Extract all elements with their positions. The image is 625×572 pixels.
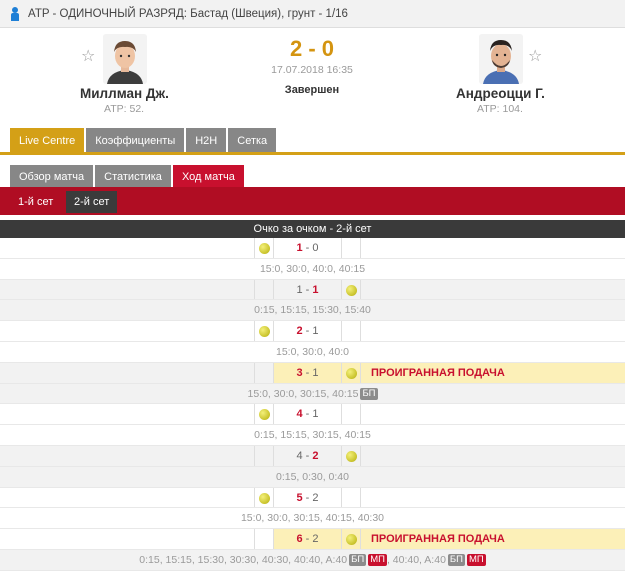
tab-h2h[interactable]: H2H [186, 128, 227, 153]
tennis-ball-icon [259, 326, 270, 338]
tennis-ball-icon [346, 534, 357, 546]
break-point-badge: БП [349, 553, 367, 566]
serve-cell [341, 238, 361, 258]
serve-cell [254, 529, 274, 549]
game-row: 3 - 1 ПРОИГРАННАЯ ПОДАЧА [0, 362, 625, 384]
tab-statistics[interactable]: Статистика [95, 165, 171, 188]
lost-serve-label: ПРОИГРАННАЯ ПОДАЧА [371, 366, 505, 379]
game-score: 3 - 1 [296, 366, 319, 379]
tennis-player-icon [10, 6, 20, 21]
main-tabs: Live Centre Коэффициенты H2H Сетка [10, 128, 277, 153]
player2-name[interactable]: Андреоцци Г. [456, 86, 545, 101]
serve-cell [341, 321, 361, 341]
tennis-ball-icon [259, 243, 270, 254]
tournament-title: ATP - ОДИНОЧНЫЙ РАЗРЯД: Бастад (Швеция),… [28, 7, 348, 20]
player1-avatar[interactable] [103, 34, 147, 84]
match-status: Завершен [284, 84, 340, 96]
game-score: 1 - 1 [296, 283, 319, 296]
game-row: 1 - 0 [0, 238, 625, 259]
tournament-bar: ATP - ОДИНОЧНЫЙ РАЗРЯД: Бастад (Швеция),… [0, 0, 625, 28]
match-point-badge: МП [466, 553, 486, 566]
lost-serve-label: ПРОИГРАННАЯ ПОДАЧА [371, 533, 505, 546]
match-header: ☆ Миллман Дж. ATP: 52. 2 - 0 17.07.2018 … [0, 28, 625, 124]
player1-rank: ATP: 52. [104, 103, 145, 115]
tab-match-history[interactable]: Ход матча [172, 165, 244, 188]
point-sequence: 15:0, 30:0, 40:0, 40:15 [259, 262, 366, 275]
points-row: 0:15, 15:15, 30:15, 40:15 [0, 425, 625, 446]
game-score: 5 - 2 [296, 491, 319, 504]
points-row: 15:0, 30:0, 40:0, 40:15 [0, 259, 625, 280]
point-by-point-header: Очко за очком - 2-й сет [0, 220, 625, 238]
game-row: 5 - 2 [0, 487, 625, 509]
game-row: 2 - 1 [0, 321, 625, 342]
break-point-badge: БП [447, 553, 465, 566]
sub-tabs: Обзор матча Статистика Ход матча [10, 165, 244, 188]
tab-live-centre[interactable]: Live Centre [10, 128, 85, 153]
game-score: 6 - 2 [296, 533, 319, 546]
serve-cell [341, 279, 361, 300]
match-score: 2 - 0 [289, 36, 335, 61]
points-row: 15:0, 30:0, 30:15, 40:15 БП [0, 383, 625, 405]
game-score: 4 - 1 [296, 408, 319, 421]
points-row: 0:15, 15:15, 15:30, 30:30, 40:30, 40:40,… [0, 549, 625, 571]
serve-cell [341, 445, 361, 466]
tab-set-2[interactable]: 2-й сет [66, 191, 118, 213]
tennis-ball-icon [346, 367, 357, 379]
points-row: 0:15, 0:30, 0:40 [0, 466, 625, 488]
match-point-badge: МП [368, 553, 387, 566]
tab-odds[interactable]: Коэффициенты [86, 128, 185, 153]
favorite-star-icon[interactable]: ☆ [81, 49, 97, 65]
points-row: 15:0, 30:0, 30:15, 40:15, 40:30 [0, 508, 625, 530]
game-row: 4 - 1 [0, 404, 625, 426]
point-sequence: 15:0, 30:0, 30:15, 40:15, 40:30 [240, 512, 385, 525]
favorite-star-icon[interactable]: ☆ [528, 49, 544, 65]
serve-cell [254, 362, 274, 383]
serve-cell [254, 238, 274, 258]
player2-rank: ATP: 104. [477, 103, 523, 115]
serve-cell [341, 487, 361, 508]
point-by-point-list: 1 - 0 15:0, 30:0, 40:0, 40:15 1 - 1 0:15… [0, 238, 625, 571]
player2-avatar[interactable] [479, 34, 523, 84]
point-sequence: 0:15, 15:15, 15:30, 30:30, 40:30, 40:40,… [139, 553, 486, 566]
serve-cell [254, 404, 274, 425]
game-row: 1 - 1 [0, 279, 625, 301]
tennis-ball-icon [259, 409, 270, 421]
tabs-divider [0, 152, 625, 155]
serve-cell [341, 362, 361, 383]
serve-cell [254, 487, 274, 508]
points-row: 0:15, 15:15, 15:30, 15:40 [0, 300, 625, 322]
tennis-ball-icon [346, 450, 357, 462]
tennis-ball-icon [346, 284, 357, 296]
tab-match-summary[interactable]: Обзор матча [10, 165, 94, 188]
break-point-badge: БП [360, 387, 378, 400]
serve-cell [341, 404, 361, 425]
game-score: 2 - 1 [296, 325, 319, 338]
points-row: 15:0, 30:0, 40:0 [0, 342, 625, 363]
serve-cell [254, 445, 274, 466]
point-sequence: 15:0, 30:0, 30:15, 40:15 БП [247, 387, 378, 400]
serve-cell [254, 321, 274, 341]
tab-set-1[interactable]: 1-й сет [10, 191, 61, 213]
game-row: 4 - 2 [0, 445, 625, 467]
tennis-ball-icon [259, 492, 270, 504]
point-sequence: 15:0, 30:0, 40:0 [276, 345, 349, 358]
point-sequence: 0:15, 15:15, 15:30, 15:40 [254, 304, 371, 317]
match-date: 17.07.2018 16:35 [271, 64, 353, 76]
game-score: 4 - 2 [296, 449, 319, 462]
serve-cell [341, 529, 361, 549]
player1-name[interactable]: Миллман Дж. [80, 86, 169, 101]
game-score: 1 - 0 [296, 242, 319, 254]
serve-cell [254, 279, 274, 300]
point-sequence: 0:15, 0:30, 0:40 [276, 470, 349, 483]
tab-draw[interactable]: Сетка [228, 128, 277, 153]
game-row: 6 - 2 ПРОИГРАННАЯ ПОДАЧА [0, 529, 625, 550]
point-sequence: 0:15, 15:15, 30:15, 40:15 [254, 429, 371, 442]
